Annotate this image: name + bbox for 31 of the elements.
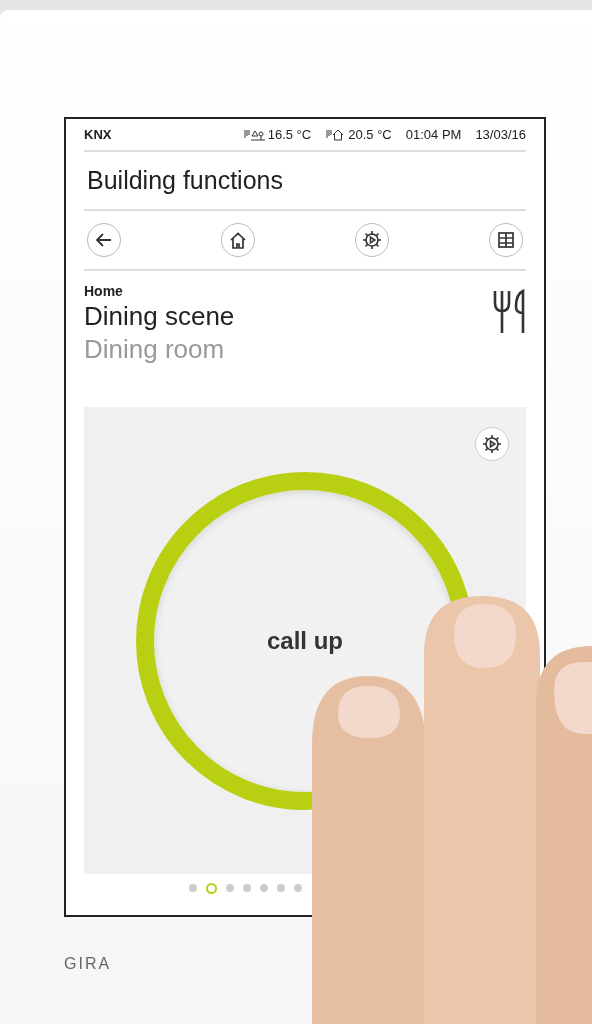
page-indicator-dot[interactable]	[225, 884, 234, 892]
outdoor-temperature-icon	[242, 128, 265, 141]
page-indicator-dot[interactable]	[276, 884, 285, 892]
scenes-button[interactable]	[355, 223, 389, 257]
system-label: KNX	[84, 127, 112, 142]
location-label: Home	[84, 283, 124, 299]
home-icon	[229, 231, 247, 249]
room-name: Dining room	[84, 334, 226, 365]
brand-logo: GIRA	[64, 955, 113, 973]
time: 01:04 PM	[405, 127, 462, 142]
home-button[interactable]	[221, 223, 255, 257]
back-arrow-icon	[96, 233, 112, 247]
grid-button[interactable]	[489, 223, 523, 257]
scene-settings-button[interactable]	[475, 427, 509, 461]
back-button[interactable]	[87, 223, 121, 257]
indoor-temperature-icon	[325, 128, 346, 141]
date: 13/03/16	[475, 127, 526, 142]
call-up-button[interactable]: call up	[259, 623, 351, 659]
page-indicator-dot[interactable]	[188, 884, 197, 892]
page-indicator-dot[interactable]	[242, 884, 251, 892]
gear-play-icon	[482, 434, 502, 454]
function-name: Dining scene	[84, 301, 235, 332]
page-indicator-dot[interactable]	[205, 882, 217, 894]
gear-play-icon	[362, 230, 382, 250]
grid-icon	[498, 232, 514, 248]
page-title: Building functions	[84, 152, 526, 211]
indoor-temperature: 20.5 °C	[348, 127, 392, 142]
page-indicator-dot[interactable]	[259, 884, 268, 892]
fork-knife-icon	[492, 289, 526, 333]
outdoor-temperature: 16.5 °C	[267, 127, 312, 142]
page-indicator-dot[interactable]	[293, 884, 302, 892]
